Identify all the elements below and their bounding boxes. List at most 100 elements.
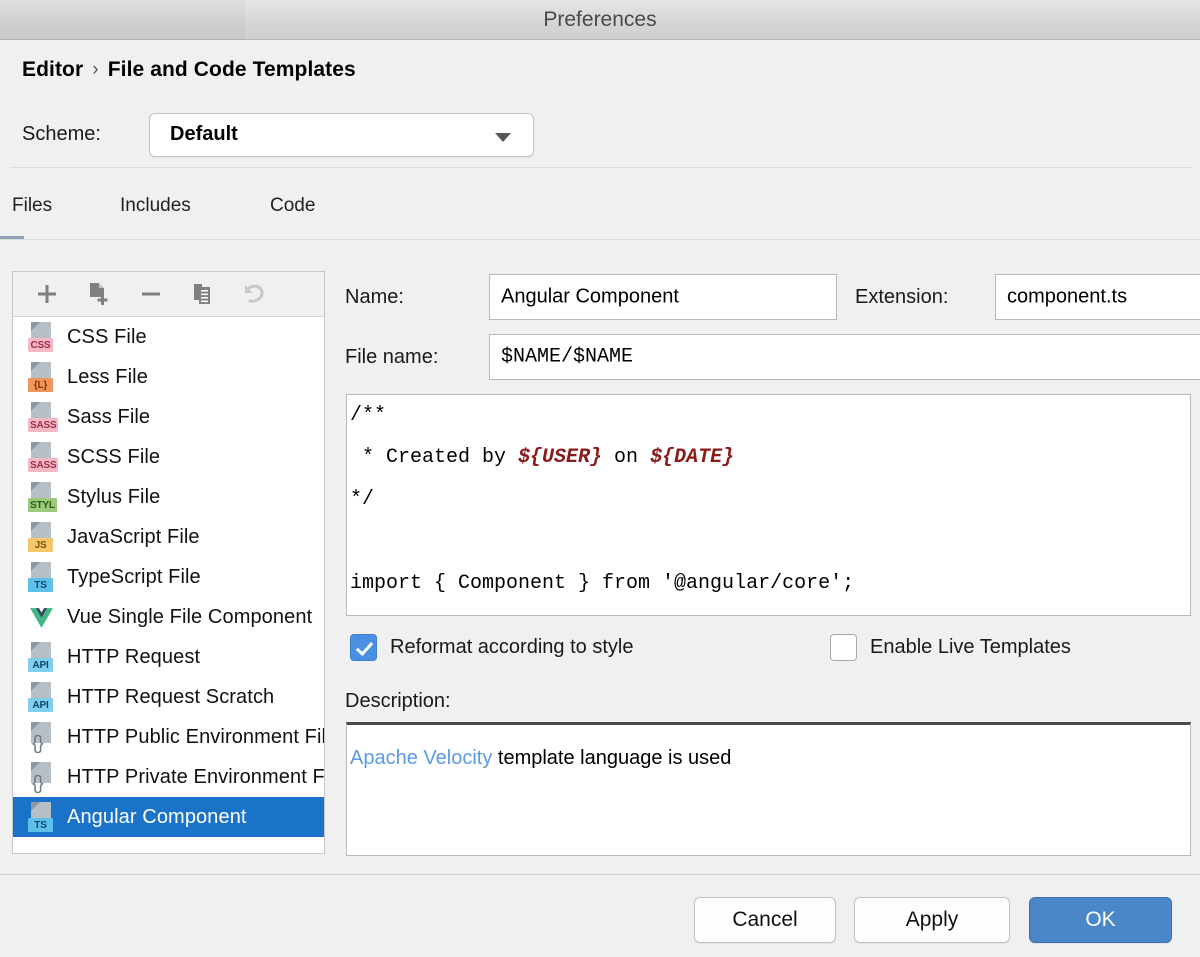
reset-button [229,272,281,316]
list-item[interactable]: CSS CSS File [13,317,324,357]
scheme-selected-value: Default [170,123,238,145]
tab-label: Files [12,195,53,216]
templates-list[interactable]: CSS CSS File {L} Less File SASS Sass File SASS… [13,317,324,853]
file-badge: {} [32,773,44,794]
list-item[interactable]: API HTTP Request [13,637,324,677]
http-env-icon: {} [28,722,55,754]
css-file-icon: CSS [28,322,55,352]
code-line-2: * Created by ${USER} on ${DATE} [350,437,734,479]
file-badge: {L} [28,378,53,392]
http-request-icon: API [28,642,55,672]
apply-button[interactable]: Apply [854,897,1010,943]
list-item-label: Vue Single File Component [67,605,313,628]
list-item-label: JavaScript File [67,525,200,548]
description-text: Apache Velocity template language is use… [350,747,731,770]
tab-label: Code [270,195,316,216]
code-line-2-mid: on [602,446,651,469]
file-badge: TS [28,818,53,832]
sass-file-icon: SASS [28,402,59,432]
code-line-1: /** [350,404,387,427]
list-item-label: HTTP Request Scratch [67,685,275,708]
file-badge: TS [28,578,53,592]
name-input-value: Angular Component [501,285,679,308]
list-item-label: TypeScript File [67,565,201,588]
extension-input-value: component.ts [1007,285,1128,308]
reformat-checkbox-row[interactable]: Reformat according to style [350,634,633,661]
list-item-label: HTTP Private Environment File [67,765,324,788]
template-variable-user: ${USER} [518,446,603,469]
remove-button[interactable] [125,272,177,316]
code-line-2-prefix: * Created by [350,446,519,469]
description-label: Description: [345,690,451,712]
list-item[interactable]: SASS SCSS File [13,437,324,477]
template-code-editor[interactable]: /** * Created by ${USER} on ${DATE} */ i… [346,394,1191,616]
list-item-label: CSS File [67,325,147,348]
file-badge: API [28,698,53,712]
template-variable-date: ${DATE} [650,446,735,469]
vue-logo-icon [28,602,55,632]
list-item[interactable]: TS Angular Component [13,797,324,837]
list-item-label: SCSS File [67,445,161,468]
list-item[interactable]: {} HTTP Private Environment File [13,757,324,797]
scss-file-icon: SASS [28,442,59,472]
list-item-label: HTTP Request [67,645,201,668]
breadcrumb-separator-icon: › [92,59,99,80]
live-templates-checkbox[interactable] [830,634,857,661]
http-scratch-icon: API [28,682,55,712]
javascript-file-icon: JS [28,522,55,552]
ok-button[interactable]: OK [1029,897,1172,943]
create-child-template-button[interactable] [73,272,125,316]
tab-label: Includes [120,195,191,216]
file-badge: SASS [28,458,59,472]
header-divider [10,167,1192,168]
file-name-input[interactable]: $NAME/$NAME [489,334,1200,380]
list-item[interactable]: {L} Less File [13,357,324,397]
breadcrumb-root[interactable]: Editor [22,58,83,81]
list-item-label: Less File [67,365,148,388]
list-item[interactable]: SASS Sass File [13,397,324,437]
typescript-file-icon: TS [28,562,55,592]
live-templates-checkbox-row[interactable]: Enable Live Templates [830,634,1071,661]
breadcrumb-leaf: File and Code Templates [107,58,356,81]
templates-list-toolbar [13,272,324,317]
file-badge: CSS [28,338,53,352]
list-item[interactable]: Vue Single File Component [13,597,324,637]
chevron-down-icon [495,133,511,142]
cancel-button[interactable]: Cancel [694,897,836,943]
reformat-checkbox-label: Reformat according to style [390,636,634,658]
footer-divider [0,874,1200,875]
file-badge: {} [32,733,44,754]
scheme-dropdown[interactable]: Default [149,113,534,157]
less-file-icon: {L} [28,362,55,392]
window-titlebar: Preferences [0,0,1200,40]
list-item[interactable]: {} HTTP Public Environment File [13,717,324,757]
file-badge: STYL [28,498,57,512]
file-name-input-value: $NAME/$NAME [501,345,634,369]
name-label: Name: [345,286,404,308]
http-env-icon: {} [28,762,55,794]
list-item[interactable]: JS JavaScript File [13,517,324,557]
list-item-label: HTTP Public Environment File [67,725,324,748]
scheme-label: Scheme: [22,123,101,145]
extension-label: Extension: [855,286,949,308]
add-button[interactable] [21,272,73,316]
description-box[interactable]: Apache Velocity template language is use… [346,722,1191,856]
stylus-file-icon: STYL [28,482,57,512]
apache-velocity-link[interactable]: Apache Velocity [350,747,492,769]
code-line-3: */ [350,488,375,511]
code-line-5: import { Component } from '@angular/core… [350,572,855,595]
list-item[interactable]: STYL Stylus File [13,477,324,517]
file-badge: API [28,658,53,672]
extension-input[interactable]: component.ts [995,274,1200,320]
reformat-checkbox[interactable] [350,634,377,661]
name-input[interactable]: Angular Component [489,274,837,320]
file-name-label: File name: [345,346,439,368]
list-item-label: Stylus File [67,485,161,508]
list-item[interactable]: TS TypeScript File [13,557,324,597]
copy-button[interactable] [177,272,229,316]
list-item[interactable]: API HTTP Request Scratch [13,677,324,717]
templates-list-panel: CSS CSS File {L} Less File SASS Sass File SASS… [12,271,325,854]
angular-component-icon: TS [28,802,55,832]
file-badge: SASS [28,418,59,432]
breadcrumb: Editor › File and Code Templates [22,58,356,82]
